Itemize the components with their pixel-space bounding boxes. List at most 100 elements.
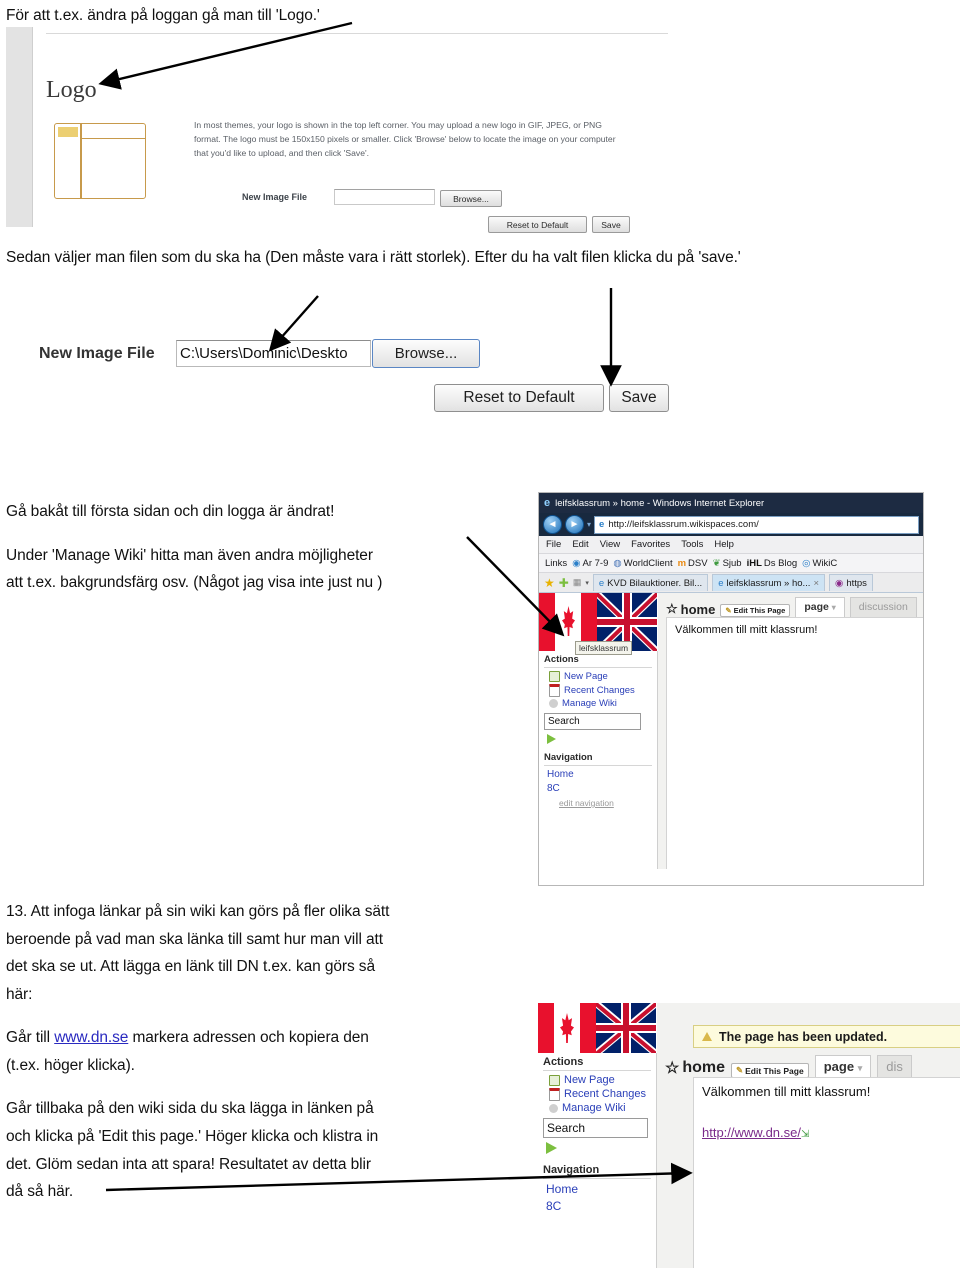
logo-settings-screenshot: Logo In most themes, your logo is shown … [6, 27, 674, 233]
save-button-2[interactable]: Save [609, 384, 669, 412]
actions-heading: Actions [544, 654, 579, 665]
favorites-star-icon[interactable]: ★ [544, 577, 555, 589]
tab-page-label: page [804, 601, 829, 613]
nav-item-home-2[interactable]: Home [546, 1182, 656, 1196]
browser-tab-1[interactable]: e leifsklassrum » ho... × [712, 574, 826, 591]
wiki-content-area: Välkommen till mitt klassrum! [666, 617, 923, 869]
sidebar-item-new-page[interactable]: New Page [549, 671, 657, 682]
reset-to-default-button-2[interactable]: Reset to Default [434, 384, 604, 412]
para13-line-3: det ska se ut. Att lägga en länk till DN… [6, 958, 375, 976]
browser-tab-0[interactable]: e KVD Bilauktioner. Bil... [592, 574, 709, 591]
sidebar-item-manage-wiki[interactable]: Manage Wiki [549, 698, 657, 709]
bookmark-wikic[interactable]: ◎ WikiC [802, 558, 837, 569]
new-image-file-input-2[interactable]: C:\Users\Dominic\Deskto [176, 340, 371, 367]
back-icon[interactable]: ◄ [543, 515, 562, 534]
search-go-icon-2[interactable] [546, 1142, 557, 1154]
new-image-file-input[interactable] [334, 189, 435, 205]
nav-item-8c[interactable]: 8C [547, 783, 657, 794]
actions-divider-2 [543, 1070, 651, 1071]
browser-titlebar: e leifsklassrum » home - Windows Interne… [539, 493, 923, 513]
menu-file[interactable]: File [546, 539, 561, 550]
browse-button[interactable]: Browse... [440, 190, 502, 207]
edit-this-page-button[interactable]: ✎ Edit This Page [720, 604, 791, 617]
menu-help[interactable]: Help [714, 539, 734, 550]
edit-this-page-label-2: Edit This Page [745, 1065, 804, 1076]
external-link-icon: ⇲ [801, 1129, 810, 1140]
sidebar-label-new-page-2: New Page [564, 1074, 615, 1086]
menu-edit[interactable]: Edit [572, 539, 588, 550]
actions-heading-2: Actions [543, 1056, 584, 1068]
bookmark-dsv[interactable]: m DSV [678, 558, 708, 569]
wiki2-page-title-text: home [682, 1059, 726, 1076]
sidebar-item-manage-wiki-2[interactable]: Manage Wiki [549, 1102, 656, 1114]
tab-close-icon[interactable]: × [813, 578, 819, 589]
maple-leaf-icon [562, 606, 575, 636]
browse-button-2[interactable]: Browse... [372, 339, 480, 368]
ihl-icon: iHL [746, 557, 762, 569]
dn-external-link[interactable]: http://www.dn.se/ [702, 1125, 801, 1140]
wiki-sidebar: Actions New Page Recent Changes Manage W… [539, 651, 658, 869]
tab-favicon-icon-1: e [718, 577, 724, 589]
browser-tab-2[interactable]: ◉ https [829, 574, 873, 591]
tab-favicon-icon-0: e [598, 577, 605, 589]
bookmark-label-3: Sjub [722, 557, 742, 569]
menu-tools[interactable]: Tools [681, 539, 703, 550]
search-input-2[interactable]: Search [543, 1118, 648, 1138]
bookmark-sjub[interactable]: ❦ Sjub [713, 558, 742, 569]
search-go-icon[interactable] [547, 734, 556, 744]
save-button[interactable]: Save [592, 216, 630, 233]
bookmark-ar-7-9[interactable]: ◉ Ar 7-9 [572, 558, 608, 569]
logo-help-line-1: In most themes, your logo is shown in th… [194, 120, 602, 130]
navbar-caret-icon[interactable]: ▾ [587, 520, 591, 529]
tablist-caret-icon[interactable]: ▾ [585, 579, 589, 587]
reset-to-default-button[interactable]: Reset to Default [488, 216, 587, 233]
menu-favorites[interactable]: Favorites [631, 539, 670, 550]
nav-item-8c-2[interactable]: 8C [546, 1199, 656, 1213]
bookmark-ds-blog[interactable]: iHL Ds Blog [747, 558, 798, 569]
screenshot-divider [46, 33, 668, 34]
logo-help-text: In most themes, your logo is shown in th… [194, 119, 669, 161]
warning-icon [702, 1032, 712, 1041]
tab-discussion[interactable]: discussion [849, 597, 917, 617]
plant-icon: ❦ [712, 557, 721, 569]
tab-page[interactable]: page ▾ [795, 597, 845, 617]
logo-help-line-3: that you'd like to upload, and then clic… [194, 147, 369, 158]
status-banner-text: The page has been updated. [719, 1029, 888, 1044]
add-favorite-icon[interactable]: ✚ [559, 577, 569, 589]
pencil-icon: ✎ [725, 606, 732, 615]
sidebar-label-new-page: New Page [564, 671, 608, 682]
para13-line-6: (t.ex. höger klicka). [6, 1056, 135, 1074]
logo-swatch [58, 127, 78, 137]
tab-page-2[interactable]: page ▾ [814, 1055, 872, 1078]
ca2-band-left [538, 1003, 554, 1053]
globe-icon: ◉ [572, 557, 581, 569]
wiki-icon: ◎ [802, 557, 811, 569]
logo-thumb-divider-v [80, 124, 82, 198]
actions-divider [544, 667, 652, 668]
sidebar-item-recent-changes[interactable]: Recent Changes [549, 683, 657, 697]
new-page-icon-2 [549, 1074, 560, 1086]
navigation-divider [544, 765, 652, 766]
address-text: http://leifsklassrum.wikispaces.com/ [608, 519, 759, 530]
dn-link[interactable]: www.dn.se [54, 1029, 128, 1046]
forward-icon[interactable]: ► [565, 515, 584, 534]
nav-item-home[interactable]: Home [547, 769, 657, 780]
bookmark-worldclient[interactable]: ◍ WorldClient [613, 558, 672, 569]
edit-this-page-button-2[interactable]: ✎ Edit This Page [731, 1063, 809, 1078]
wiki-page-title: ☆ home [666, 601, 715, 617]
wiki-tooltip: leifsklassrum [575, 641, 633, 655]
world-icon: ◍ [613, 557, 622, 569]
menu-view[interactable]: View [600, 539, 620, 550]
tab-discussion-2[interactable]: dis [877, 1055, 912, 1078]
logo-help-line-2: format. The logo must be 150x150 pixels … [194, 133, 616, 144]
edit-navigation-link[interactable]: edit navigation [559, 798, 657, 808]
quick-tabs-icon[interactable]: ▦ [573, 577, 582, 588]
star-icon-2[interactable]: ☆ [665, 1058, 679, 1078]
address-bar[interactable]: e http://leifsklassrum.wikispaces.com/ [594, 515, 919, 534]
bookmark-label-4: Ds Blog [763, 557, 798, 569]
search-input[interactable]: Search [544, 713, 641, 730]
star-icon[interactable]: ☆ [666, 601, 678, 617]
sidebar-item-new-page-2[interactable]: New Page [549, 1074, 656, 1086]
sidebar-item-recent-changes-2[interactable]: Recent Changes [549, 1087, 656, 1101]
para13-line-5-pre: Går till [6, 1029, 55, 1047]
